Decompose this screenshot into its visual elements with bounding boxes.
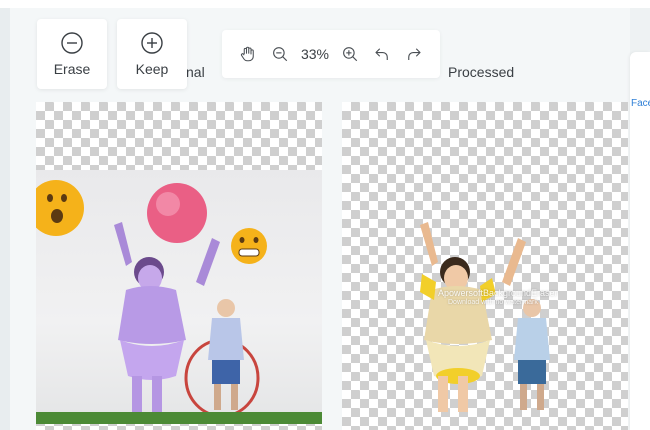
original-image-panel[interactable]: [36, 102, 322, 430]
zoom-in-button[interactable]: [339, 43, 361, 65]
undo-icon: [375, 48, 388, 60]
original-label: nal: [186, 64, 205, 80]
watermark-title: ApowersoftBackgroundEraser: [438, 288, 558, 298]
zoom-out-icon: [273, 47, 288, 62]
erase-button[interactable]: Erase: [37, 19, 107, 89]
hand-pan-button[interactable]: [237, 43, 259, 65]
plus-circle-icon: [141, 32, 163, 54]
processed-label: Processed: [448, 64, 515, 80]
view-toolbar: 33%: [222, 30, 440, 78]
original-photo-illustration: [36, 180, 267, 418]
floor-mat: [36, 412, 322, 424]
erase-label: Erase: [53, 61, 91, 77]
zoom-level: 33%: [300, 46, 329, 62]
keep-button[interactable]: Keep: [117, 19, 187, 89]
undo-button[interactable]: [371, 43, 393, 65]
redo-icon: [408, 48, 421, 60]
right-panel-link[interactable]: Face: [631, 98, 650, 109]
keep-label: Keep: [135, 61, 169, 77]
left-sidebar-edge: [0, 8, 10, 430]
minus-circle-icon: [61, 32, 83, 54]
zoom-out-button[interactable]: [269, 43, 291, 65]
processed-photo-illustration: [420, 222, 550, 412]
watermark-subtitle: Download with no watermark: [448, 299, 538, 306]
processed-image-panel[interactable]: ApowersoftBackgroundEraser Download with…: [342, 102, 628, 430]
top-band: [0, 0, 650, 8]
original-photo: [36, 170, 322, 424]
redo-button[interactable]: [403, 43, 425, 65]
zoom-in-icon: [343, 47, 358, 62]
hand-pan-icon: [240, 46, 254, 62]
